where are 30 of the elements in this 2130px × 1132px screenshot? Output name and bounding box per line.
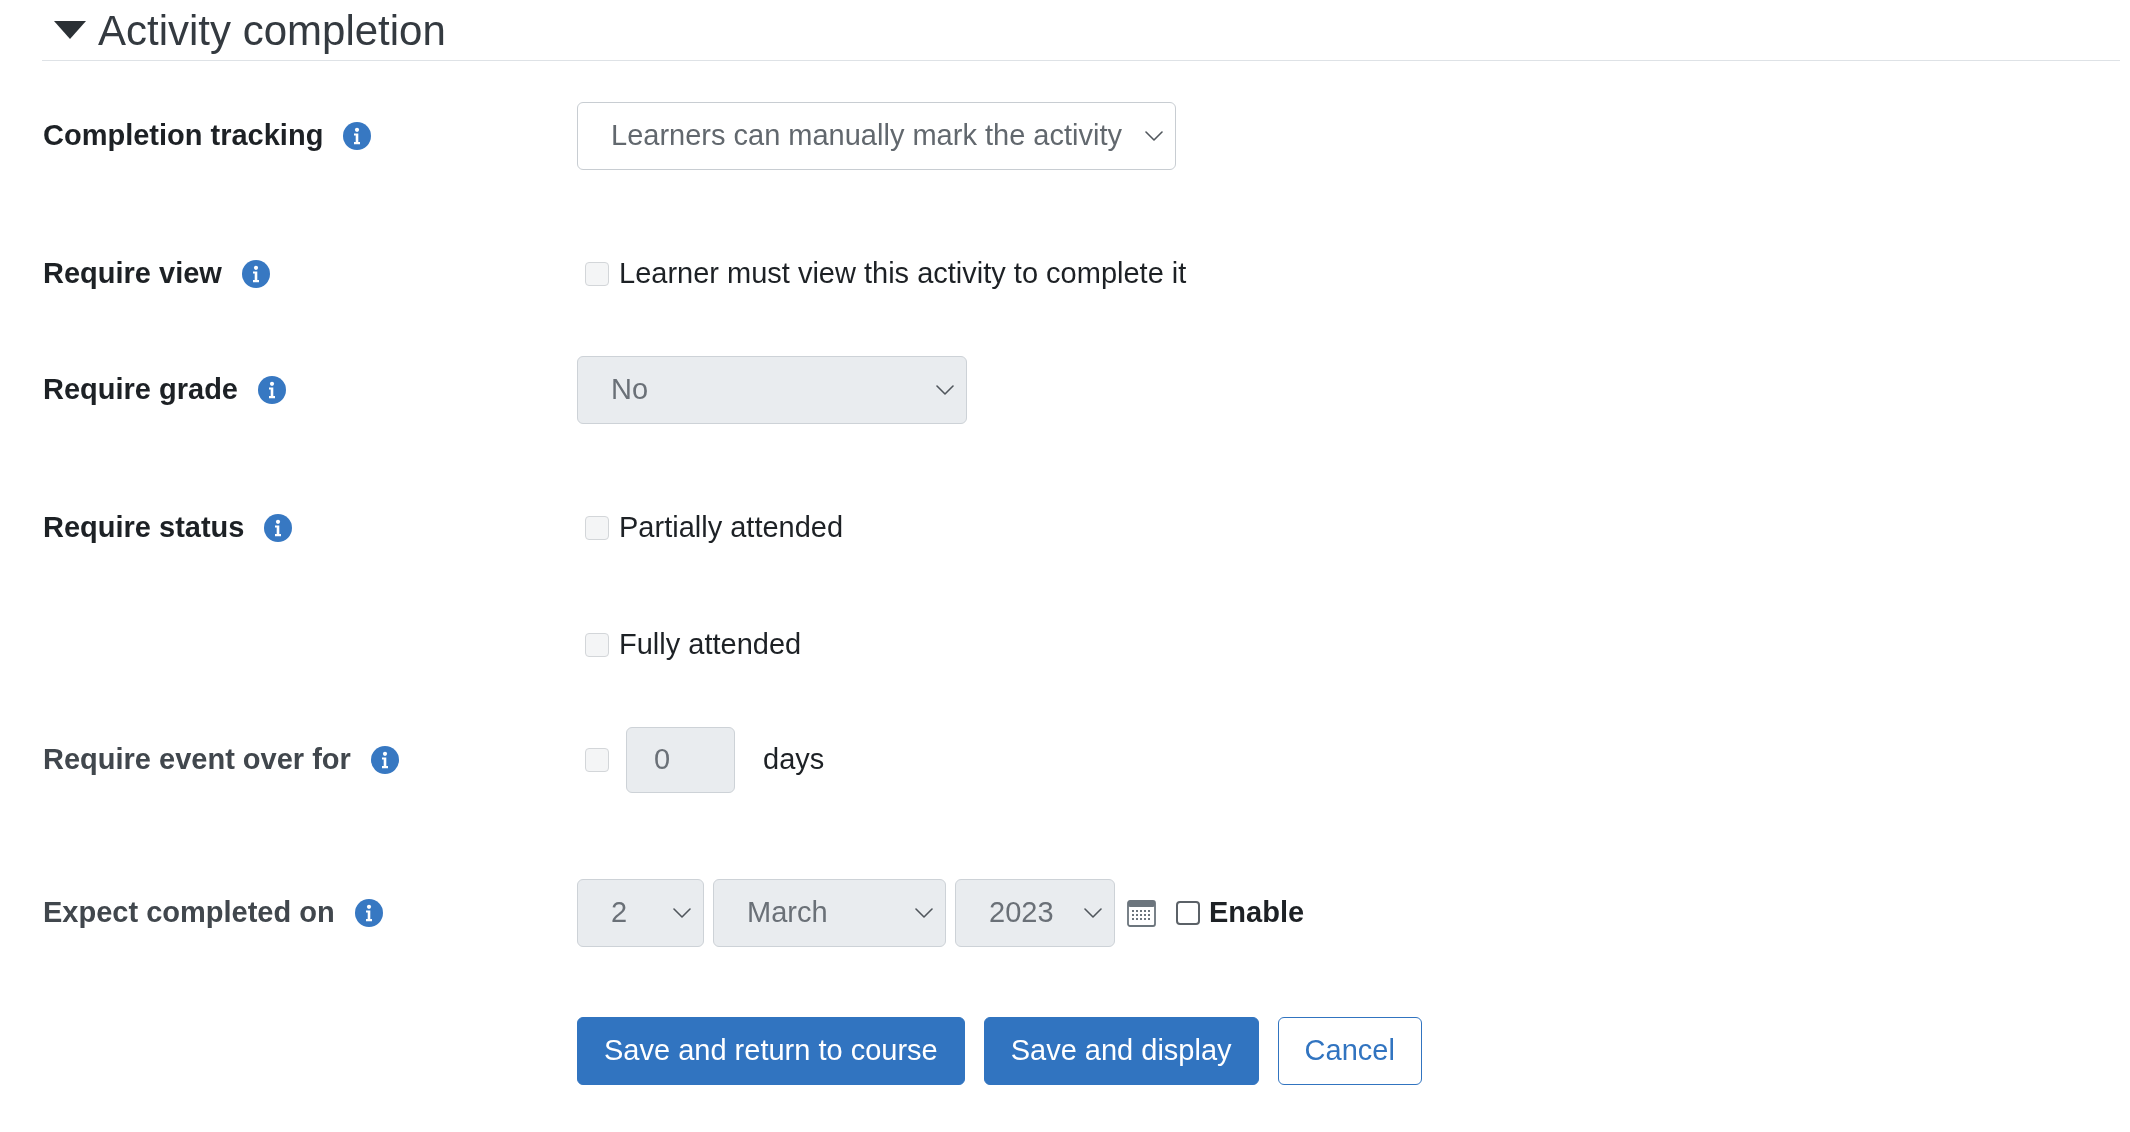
chevron-down-icon — [1084, 908, 1102, 918]
dropdown-select[interactable]: Learners can manually mark the activity — [577, 102, 1176, 170]
field-label: Require status — [43, 510, 245, 546]
calendar-icon[interactable] — [1127, 899, 1156, 927]
checkbox-label: Fully attended — [619, 627, 802, 663]
field-label: Require view — [43, 256, 222, 292]
info-icon[interactable] — [264, 514, 293, 542]
chevron-down-icon — [673, 908, 691, 918]
chevron-down-icon — [915, 908, 933, 918]
secondary-button[interactable]: Cancel — [1277, 1017, 1422, 1085]
unit-label: days — [763, 742, 825, 778]
caret-down-icon[interactable] — [54, 21, 86, 39]
field-label: Require event over for — [43, 742, 351, 778]
checkbox-label: Learner must view this activity to complete it — [619, 256, 1187, 292]
field-label: Expect completed on — [43, 895, 335, 931]
field-label: Completion tracking — [43, 118, 324, 154]
info-icon[interactable] — [258, 376, 286, 404]
info-icon[interactable] — [354, 899, 383, 927]
info-icon[interactable] — [241, 260, 270, 288]
checkbox[interactable] — [1176, 901, 1200, 925]
primary-button[interactable]: Save and return to course — [577, 1017, 965, 1085]
checkbox-label: Partially attended — [619, 510, 844, 546]
primary-button[interactable]: Save and display — [983, 1017, 1259, 1085]
info-icon[interactable] — [343, 122, 372, 150]
chevron-down-icon — [1145, 131, 1163, 141]
section-title: Activity completion — [98, 5, 446, 56]
checkbox-label: Enable — [1209, 895, 1305, 931]
field-label: Require grade — [43, 372, 238, 408]
chevron-down-icon — [936, 385, 954, 395]
info-icon[interactable] — [370, 746, 399, 774]
